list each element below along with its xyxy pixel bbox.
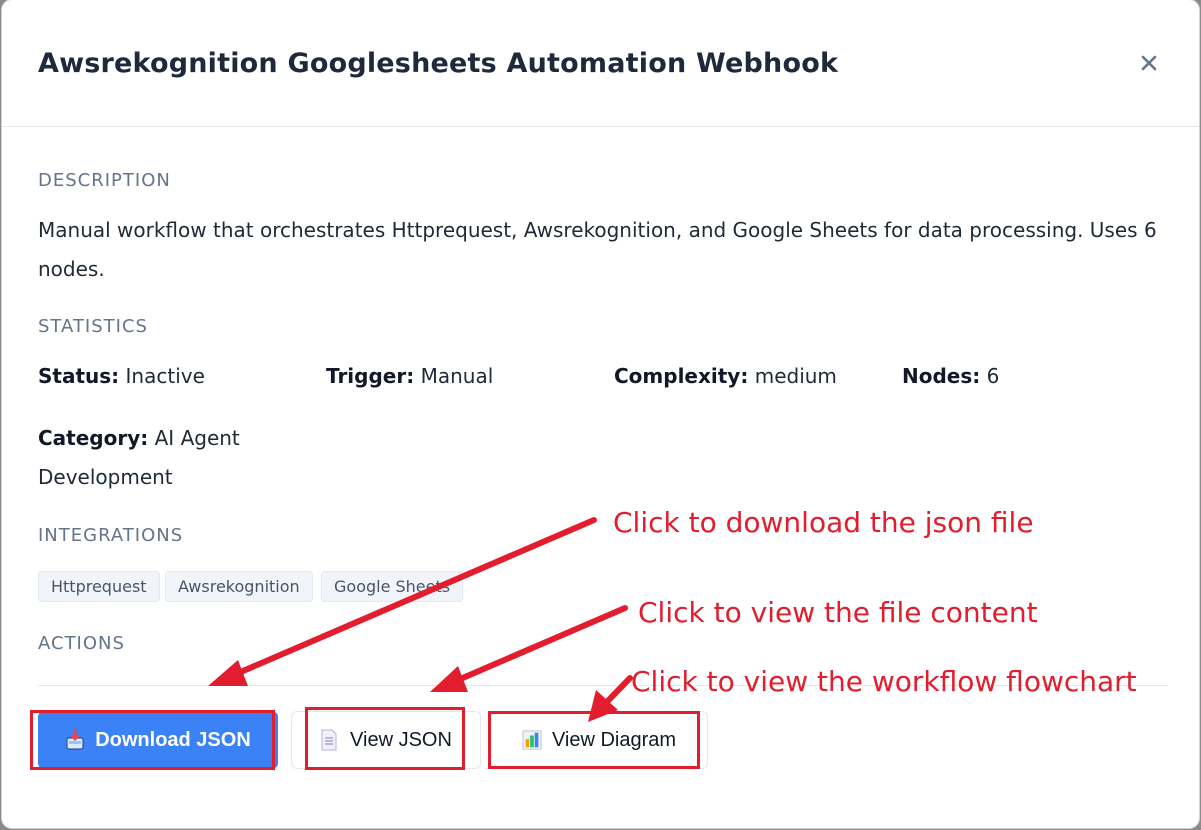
stat-status-value: Inactive <box>125 364 205 388</box>
stat-complexity-value: medium <box>754 364 837 388</box>
description-label: DESCRIPTION <box>38 170 171 191</box>
stat-status-key: Status: <box>38 364 120 388</box>
stat-complexity-key: Complexity: <box>614 364 749 388</box>
view-json-label: View JSON <box>350 728 452 751</box>
actions-label: ACTIONS <box>38 633 125 654</box>
integration-tag: Google Sheets <box>321 571 464 602</box>
view-diagram-button[interactable]: View Diagram <box>490 711 708 769</box>
stat-category-key: Category: <box>38 426 149 450</box>
view-json-button[interactable]: View JSON <box>291 711 481 769</box>
stat-trigger-key: Trigger: <box>326 364 415 388</box>
stat-complexity: Complexity: medium <box>614 357 837 396</box>
workflow-modal: Awsrekognition Googlesheets Automation W… <box>2 0 1199 828</box>
annotation-download-note: Click to download the json file <box>613 506 1034 539</box>
stat-status: Status: Inactive <box>38 357 205 396</box>
stat-category: Category: AI Agent Development <box>38 419 278 497</box>
integration-tag: Awsrekognition <box>165 571 313 602</box>
annotation-diagram-note: Click to view the workflow flowchart <box>631 665 1137 698</box>
stat-trigger: Trigger: Manual <box>326 357 493 396</box>
view-diagram-label: View Diagram <box>551 728 677 751</box>
stat-nodes-key: Nodes: <box>902 364 981 388</box>
modal-header: Awsrekognition Googlesheets Automation W… <box>2 0 1199 127</box>
stat-nodes-value: 6 <box>986 364 1000 388</box>
bar-chart-icon <box>522 729 542 751</box>
download-icon <box>65 729 85 751</box>
annotation-view-note: Click to view the file content <box>638 596 1038 629</box>
close-button[interactable] <box>1136 50 1162 76</box>
document-icon <box>320 729 340 751</box>
modal-title: Awsrekognition Googlesheets Automation W… <box>38 48 839 79</box>
description-text: Manual workflow that orchestrates Httpre… <box>38 218 1157 281</box>
stat-nodes: Nodes: 6 <box>902 357 999 396</box>
close-icon <box>1141 55 1157 71</box>
integrations-label: INTEGRATIONS <box>38 525 184 546</box>
statistics-label: STATISTICS <box>38 316 148 337</box>
download-json-label: Download JSON <box>95 728 251 751</box>
stat-trigger-value: Manual <box>420 364 494 388</box>
integration-tag: Httprequest <box>38 571 160 602</box>
download-json-button[interactable]: Download JSON <box>38 711 278 769</box>
